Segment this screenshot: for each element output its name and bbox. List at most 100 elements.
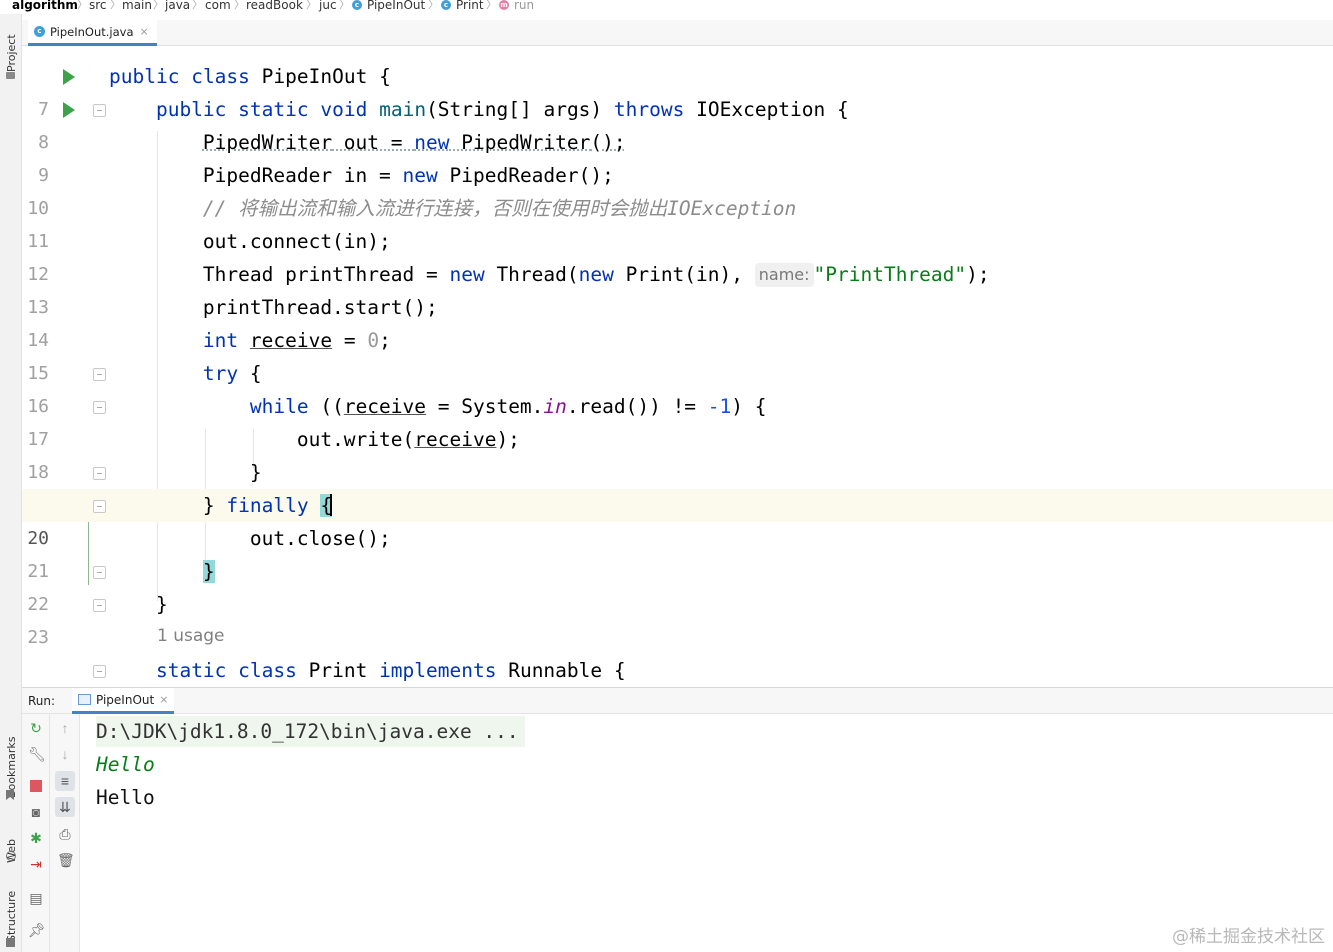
fold-icon[interactable] [93, 104, 106, 117]
code-line: 8 public static void main(String[] args)… [22, 93, 1333, 153]
code-text: try { [109, 357, 262, 390]
code-text: PipedWriter out = new PipedWriter(); [109, 126, 626, 159]
code-text: out.close(); [109, 522, 391, 555]
code-segment: out = [332, 131, 415, 154]
keyword: while [249, 395, 309, 418]
scroll-to-end-icon[interactable]: ⇊ [55, 797, 75, 817]
fold-icon[interactable] [93, 467, 106, 480]
matched-brace: } [202, 560, 215, 583]
run-tab-label: PipeInOut [96, 692, 155, 707]
structure-tool-label: Structure [5, 890, 18, 942]
keyword: new [402, 164, 438, 187]
debug-bug-icon[interactable]: ✱ [28, 830, 44, 846]
keyword: finally [226, 494, 309, 517]
wrench-icon[interactable]: 🔧︎ [28, 746, 46, 762]
run-gutter-icon[interactable] [63, 102, 75, 118]
close-icon[interactable]: × [159, 693, 168, 706]
keyword: try [202, 362, 239, 385]
breadcrumb-readbook[interactable]: readBook [246, 0, 303, 11]
java-class-icon: c [34, 26, 45, 37]
static-field: in [543, 395, 567, 418]
breadcrumb-java[interactable]: java [165, 0, 190, 11]
arrow-up-icon[interactable]: ↑ [57, 720, 73, 736]
code-text: int receive = 0; [109, 324, 391, 357]
print-icon[interactable]: ⎙ [57, 826, 73, 842]
code-text: } [109, 456, 262, 489]
text-caret [330, 494, 333, 516]
fold-icon[interactable] [93, 368, 106, 381]
breadcrumb-class-label: Print [456, 0, 484, 12]
fold-icon[interactable] [93, 500, 106, 513]
breadcrumb-src[interactable]: src [89, 0, 107, 11]
console-user-input: Hello [96, 753, 155, 776]
breadcrumb-method-run[interactable]: m run [499, 0, 534, 11]
keyword: new [578, 263, 614, 286]
console-command-line: D:\JDK\jdk1.8.0_172\bin\java.exe ... [96, 716, 525, 747]
editor-tab-pipeinout[interactable]: c PipeInOut.java × [28, 20, 157, 46]
punct: ); [966, 263, 990, 286]
run-console[interactable]: D:\JDK\jdk1.8.0_172\bin\java.exe ... Hel… [81, 714, 1333, 952]
code-text: } finally { [109, 489, 333, 522]
code-text: while ((receive = System.in.read()) != -… [109, 390, 767, 423]
soft-wrap-icon[interactable]: ≡ [55, 771, 75, 791]
punct: = [332, 329, 368, 352]
code-line: 15 int receive = 0; [22, 324, 1333, 384]
punct: } [155, 593, 168, 616]
punct: } [202, 494, 227, 517]
breadcrumb-separator: 〉 [234, 0, 245, 11]
fold-icon[interactable] [93, 599, 106, 612]
identifier: PipeInOut [261, 65, 368, 88]
keyword: implements [379, 659, 497, 682]
editor-tab-bar: c PipeInOut.java × [22, 20, 1333, 46]
breadcrumb-class-pipeinout[interactable]: c PipeInOut [352, 0, 425, 11]
keyword: new [449, 263, 485, 286]
breadcrumb-class-print[interactable]: c Print [441, 0, 484, 11]
keyword: class [191, 65, 250, 88]
code-line: 18 out.write(receive); [22, 423, 1333, 483]
usage-hint[interactable]: 1 usage [157, 626, 225, 646]
run-gutter-icon[interactable] [63, 69, 75, 85]
string-literal: "PrintThread" [813, 263, 967, 286]
breadcrumb-separator: 〉 [306, 0, 317, 11]
punct: ); [496, 428, 520, 451]
run-toolbar-primary: ↻ 🔧︎ ◙ ✱ ⇥ ▤ 📌︎ [22, 714, 50, 952]
breadcrumb-juc[interactable]: juc [319, 0, 337, 11]
code-segment: PipedWriter out = new PipedWriter(); [203, 131, 626, 154]
fold-icon[interactable] [93, 401, 106, 414]
rerun-icon[interactable]: ↻ [28, 720, 44, 736]
punct: { [825, 98, 849, 121]
breadcrumb-main[interactable]: main [122, 0, 152, 11]
stop-icon[interactable] [30, 780, 42, 792]
exit-icon[interactable]: ⇥ [28, 856, 44, 872]
identifier: Runnable { [496, 659, 626, 682]
structure-icon [6, 938, 15, 947]
run-tab-pipeinout[interactable]: PipeInOut × [72, 688, 175, 714]
breadcrumb-separator: 〉 [110, 0, 121, 11]
code-line: 22 } [22, 555, 1333, 615]
breadcrumb-com[interactable]: com [205, 0, 231, 11]
arrow-down-icon[interactable]: ↓ [57, 746, 73, 762]
identifier: IOException [696, 98, 826, 121]
code-text: } [109, 588, 168, 621]
class-icon: c [441, 0, 451, 10]
punct: { [367, 65, 391, 88]
code-segment: printThread.start(); [202, 296, 438, 319]
code-line: 7 public class PipeInOut { [22, 60, 1333, 120]
code-segment: Print(in), [613, 263, 755, 286]
watermark: @稀土掘金技术社区 [1172, 927, 1325, 947]
code-text: public static void main(String[] args) t… [109, 93, 849, 126]
fold-icon[interactable] [93, 566, 106, 579]
keyword: public [155, 98, 227, 121]
camera-icon[interactable]: ◙ [28, 804, 44, 820]
code-editor[interactable]: 7 public class PipeInOut { 8 public stat… [22, 46, 1333, 687]
keyword: class [238, 659, 297, 682]
pin-icon[interactable]: 📌︎ [28, 922, 46, 938]
breadcrumb-separator: 〉 [192, 0, 203, 11]
layout-icon[interactable]: ▤ [28, 890, 44, 906]
trash-icon[interactable]: 🗑︎ [57, 852, 75, 868]
breadcrumb-separator: 〉 [153, 0, 164, 11]
breadcrumb-project[interactable]: algorithm [12, 0, 78, 11]
code-line: 11 // 将输出流和输入流进行连接，否则在使用时会抛出IOException [22, 192, 1333, 252]
fold-icon[interactable] [93, 665, 106, 678]
close-icon[interactable]: × [140, 25, 149, 38]
